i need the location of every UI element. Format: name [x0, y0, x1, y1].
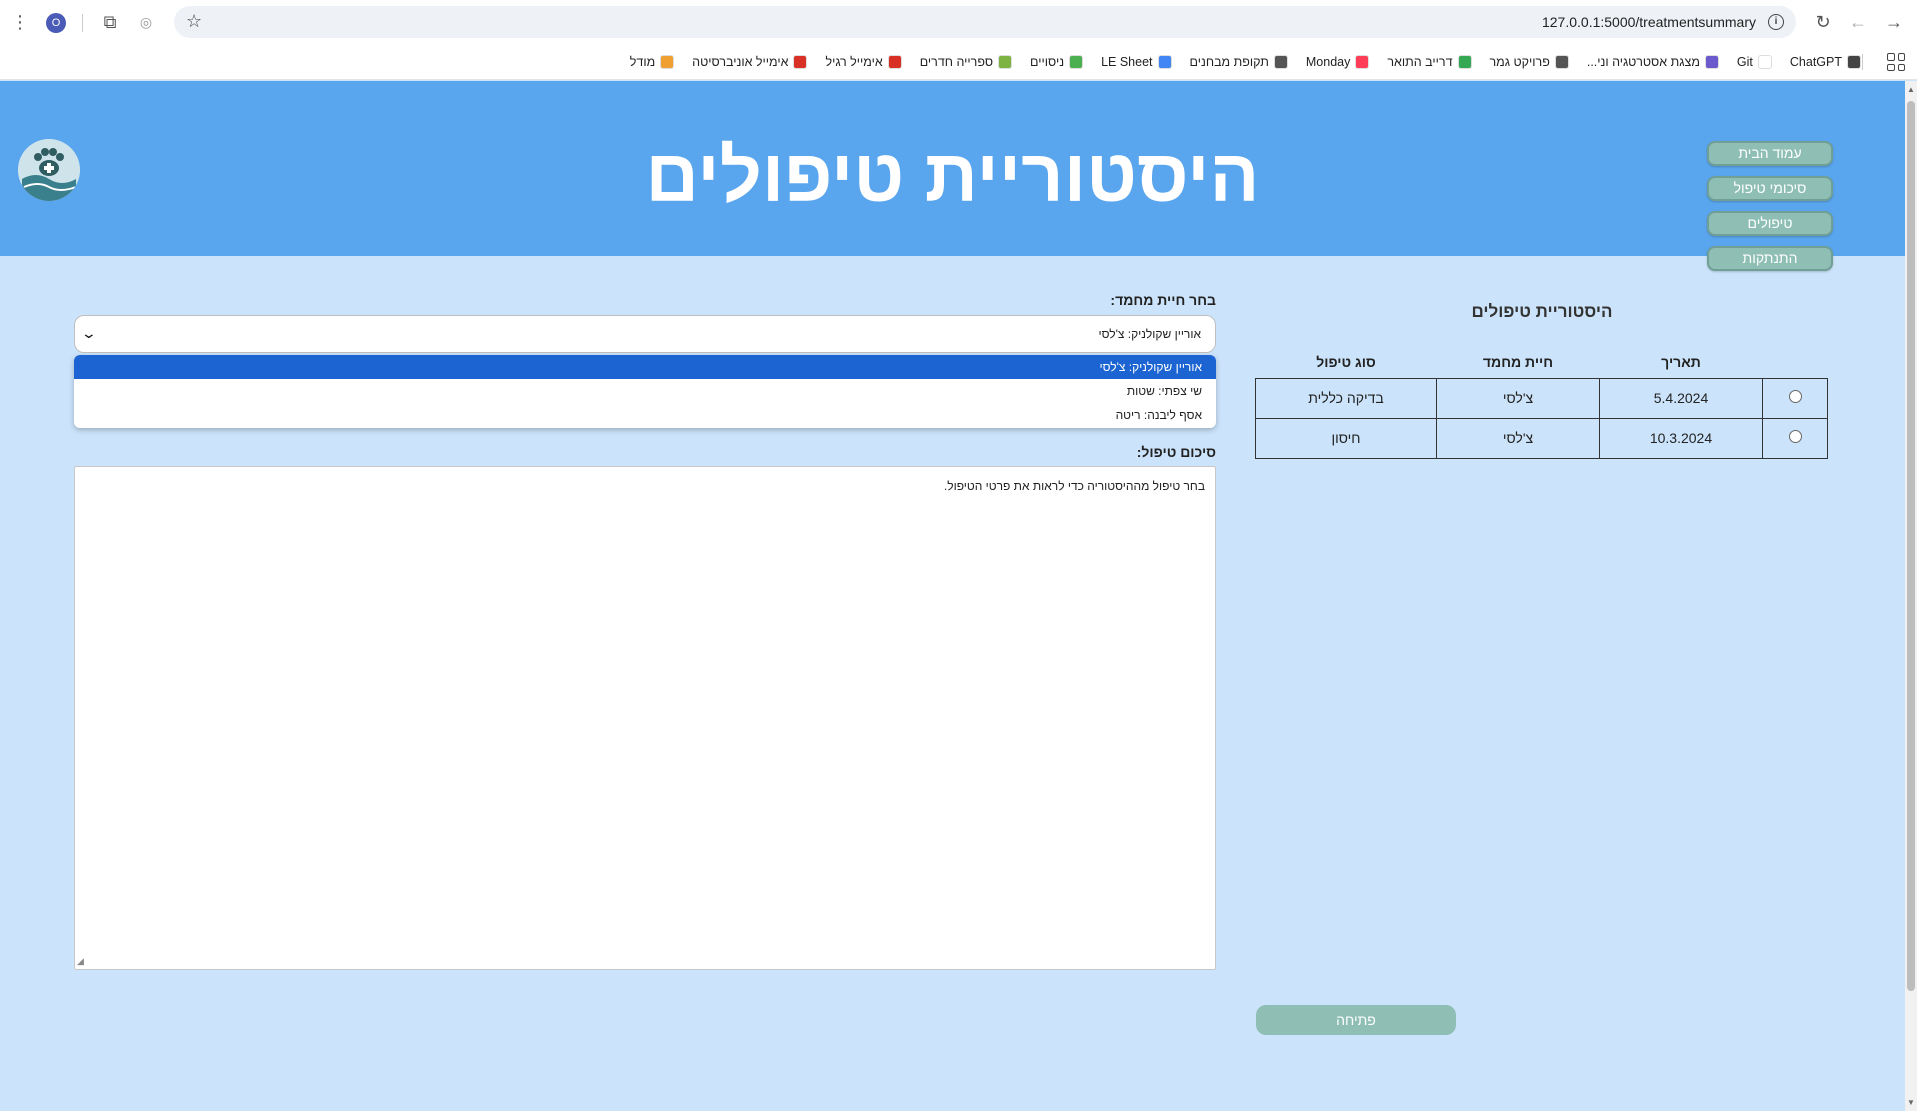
toolbar-divider	[82, 14, 83, 32]
table-row[interactable]: 5.4.2024 צ'לסי בדיקה כללית	[1255, 377, 1828, 419]
summary-textarea[interactable]: בחר טיפול מההיסטוריה כדי לראות את פרטי ה…	[74, 466, 1216, 970]
bookmark-label: ספרייה חדרים	[919, 55, 994, 69]
row-radio[interactable]	[1788, 430, 1802, 443]
pet-option[interactable]: שי צפתי: שטות	[74, 379, 1216, 403]
bookmark-icon	[1157, 55, 1172, 69]
bookmark-item[interactable]: אימייל אוניברסיטה	[692, 55, 808, 69]
mouse-icon[interactable]: ◎	[134, 10, 158, 34]
bookmark-label: LE Sheet	[1101, 55, 1153, 69]
bookmark-item[interactable]: LE Sheet	[1101, 55, 1172, 69]
page-scrollbar[interactable]: ▲ ▼	[1905, 81, 1917, 1111]
bookmark-icon	[1554, 55, 1569, 69]
bookmark-icon	[793, 55, 808, 69]
history-title: היסטוריית טיפולים	[1471, 302, 1613, 321]
menu-dots-icon[interactable]: ⋮	[8, 10, 32, 34]
scroll-thumb[interactable]	[1907, 101, 1915, 991]
bookmark-label: ניסויים	[1030, 55, 1065, 69]
header-date: תאריך	[1661, 353, 1701, 370]
bookmark-icon	[1704, 55, 1719, 69]
row-pet: צ'לסי	[1436, 377, 1600, 419]
bookmarks-divider	[1862, 54, 1863, 70]
bookmark-item[interactable]: אימייל רגיל	[825, 55, 902, 69]
row-select-cell	[1762, 417, 1828, 459]
bookmark-star-icon[interactable]: ☆	[186, 11, 202, 32]
header-type: סוג טיפול	[1316, 353, 1376, 370]
chevron-down-icon: ⌄	[80, 325, 98, 341]
bookmark-label: אימייל רגיל	[825, 55, 883, 69]
back-icon[interactable]: →	[1882, 10, 1906, 34]
row-radio[interactable]	[1788, 390, 1802, 403]
scroll-up-icon[interactable]: ▲	[1907, 85, 1915, 94]
page-header: היסטוריית טיפולים עמוד הבית סיכומי טיפול…	[0, 81, 1905, 271]
summary-label: סיכום טיפול:	[1136, 444, 1216, 460]
bookmark-icon	[1069, 55, 1084, 69]
pet-dropdown-list: אוריין שקולניק: צ'לסי שי צפתי: שטות אסף …	[74, 355, 1216, 428]
bookmark-icon	[1457, 55, 1472, 69]
extensions-icon[interactable]: ⧉	[98, 10, 122, 34]
open-button[interactable]: פתיחה	[1256, 1005, 1456, 1035]
bookmark-list: מודל אימייל אוניברסיטה אימייל רגיל ספרייה ח…	[630, 44, 1861, 80]
bookmark-icon	[887, 55, 902, 69]
resize-handle-icon[interactable]: ◢	[77, 956, 84, 967]
nav-treatments-button[interactable]: טיפולים	[1707, 211, 1833, 236]
table-header-row: תאריך חיית מחמד סוג טיפול	[1256, 346, 1828, 378]
apps-grid-icon[interactable]	[1887, 53, 1905, 71]
site-info-icon[interactable]: i	[1768, 14, 1784, 30]
bookmark-item[interactable]: Git	[1737, 55, 1772, 69]
pet-select-label: בחר חיית מחמד:	[1110, 292, 1216, 308]
nav-summaries-button[interactable]: סיכומי טיפול	[1707, 176, 1833, 201]
bookmark-label: Monday	[1305, 55, 1351, 69]
history-table: תאריך חיית מחמד סוג טיפול 5.4.2024 צ'לסי…	[1255, 346, 1828, 459]
bookmarks-bar: מודל אימייל אוניברסיטה אימייל רגיל ספרייה ח…	[0, 44, 1917, 80]
pet-option[interactable]: אוריין שקולניק: צ'לסי	[74, 355, 1216, 379]
bookmark-item[interactable]: ניסויים	[1030, 55, 1084, 69]
bookmark-icon	[1847, 55, 1861, 69]
bookmark-label: פרויקט גמר	[1489, 55, 1550, 69]
bookmark-label: Git	[1736, 55, 1753, 69]
bookmark-item[interactable]: פרויקט גמר	[1490, 55, 1569, 69]
bookmark-icon	[660, 55, 675, 69]
header-pet: חיית מחמד	[1482, 353, 1554, 370]
bookmark-label: אימייל אוניברסיטה	[692, 55, 789, 69]
page-title: היסטוריית טיפולים	[645, 134, 1260, 217]
browser-toolbar: ⋮ O ⧉ ◎ ☆ 127.0.0.1:5000/treatmentsummar…	[0, 0, 1917, 44]
row-type: חיסון	[1255, 417, 1437, 459]
header-select	[1763, 346, 1828, 378]
bookmark-icon	[1757, 55, 1772, 69]
bookmark-item[interactable]: מצגת אסטרטגיה וני...	[1587, 55, 1719, 69]
reload-icon[interactable]: ↻	[1811, 10, 1835, 34]
bookmark-item[interactable]: Monday	[1305, 55, 1370, 69]
bookmark-label: ChatGPT	[1789, 55, 1842, 69]
forward-icon[interactable]: ←	[1846, 10, 1870, 34]
scroll-down-icon[interactable]: ▼	[1907, 1098, 1915, 1107]
bookmark-label: תקופת מבחנים	[1189, 55, 1269, 69]
nav-menu: עמוד הבית סיכומי טיפול טיפולים התנתקות	[1707, 141, 1833, 271]
bookmark-label: דרייב התואר	[1387, 55, 1453, 69]
bookmark-item[interactable]: מודל	[629, 55, 675, 69]
nav-home-button[interactable]: עמוד הבית	[1707, 141, 1833, 166]
row-date: 5.4.2024	[1599, 377, 1763, 419]
pet-option[interactable]: אסף ליבנה: ריטה	[74, 403, 1216, 427]
bookmark-item[interactable]: תקופת מבחנים	[1190, 55, 1288, 69]
bookmark-item[interactable]: ChatGPT	[1790, 55, 1861, 69]
bookmark-label: מצגת אסטרטגיה וני...	[1586, 55, 1700, 69]
bookmark-icon	[1273, 55, 1288, 69]
nav-logout-button[interactable]: התנתקות	[1707, 246, 1833, 271]
address-bar[interactable]: ☆ 127.0.0.1:5000/treatmentsummary i	[174, 6, 1796, 38]
row-select-cell	[1762, 377, 1828, 419]
row-date: 10.3.2024	[1599, 417, 1763, 459]
profile-avatar[interactable]: O	[46, 13, 66, 33]
table-row[interactable]: 10.3.2024 צ'לסי חיסון	[1255, 417, 1828, 459]
row-pet: צ'לסי	[1436, 417, 1600, 459]
pet-select[interactable]: אוריין שקולניק: צ'לסי ⌄	[74, 315, 1216, 353]
pet-select-value: אוריין שקולניק: צ'לסי	[1098, 327, 1201, 341]
row-type: בדיקה כללית	[1255, 377, 1437, 419]
bookmark-icon	[998, 55, 1013, 69]
summary-text: בחר טיפול מההיסטוריה כדי לראות את פרטי ה…	[943, 479, 1205, 493]
bookmark-item[interactable]: דרייב התואר	[1387, 55, 1472, 69]
bookmark-item[interactable]: ספרייה חדרים	[919, 55, 1013, 69]
bookmark-icon	[1355, 55, 1370, 69]
url-text[interactable]: 127.0.0.1:5000/treatmentsummary	[1542, 14, 1756, 30]
bookmark-label: מודל	[629, 55, 656, 69]
